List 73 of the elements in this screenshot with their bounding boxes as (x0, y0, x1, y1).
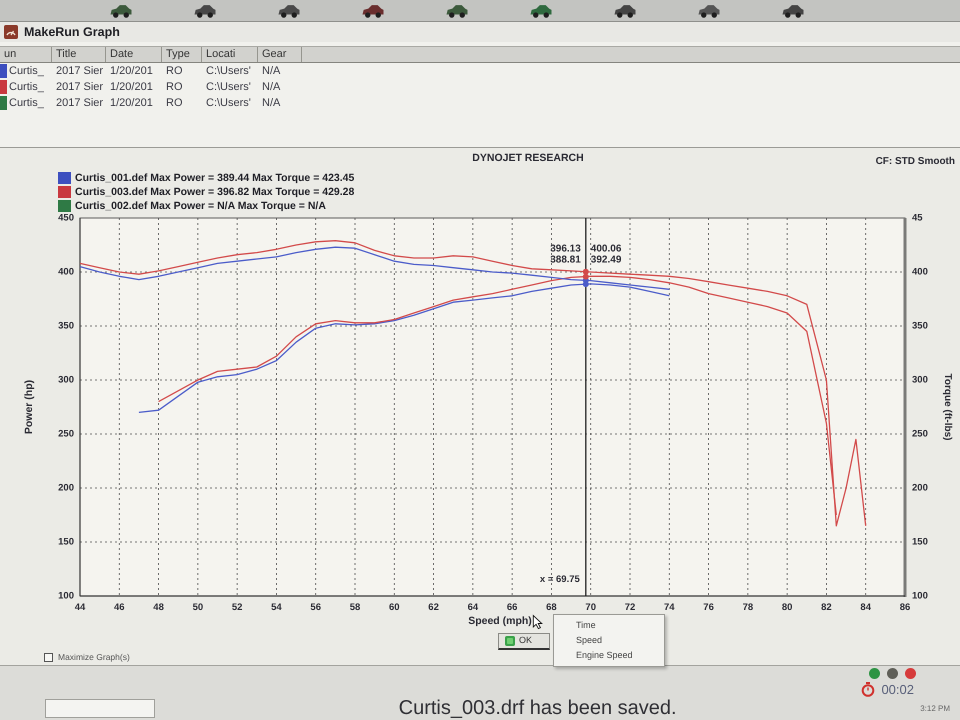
value-label: 400.06 (590, 243, 622, 254)
table-cell-text: 1/20/201 (110, 64, 153, 79)
legend-label: Curtis_001.def Max Power = 389.44 Max Torque = 423.45 (75, 172, 354, 184)
legend-label: Curtis_002.def Max Power = N/A Max Torque = N/A (75, 200, 326, 212)
table-cell-text: N/A (262, 96, 280, 111)
status-message: Curtis_003.drf has been saved. (398, 697, 677, 720)
axis-tick-label: 50 (192, 602, 204, 613)
axis-tick-label: 56 (310, 602, 321, 613)
axis-tick-label: 150 (58, 536, 74, 548)
axis-tick-label: 250 (912, 428, 928, 440)
axis-tick-label: 74 (664, 602, 675, 613)
axis-tick-label: 45 (912, 212, 923, 224)
axis-tick-label: 72 (624, 602, 636, 613)
timer-text: 00:02 (881, 682, 914, 696)
table-cell-text: C:\Users' (206, 80, 251, 95)
axis-tick-label: 54 (271, 602, 282, 613)
table-cell-text: RO (166, 64, 182, 79)
axis-tick-label: 350 (58, 320, 74, 332)
table-cell-text: 2017 Sier (56, 96, 104, 111)
table-cell-text: Curtis_ (9, 96, 44, 111)
axis-tick-label: 46 (114, 602, 125, 613)
table-cell-text: C:\Users' (206, 96, 251, 111)
axis-tick-label: 250 (58, 428, 74, 440)
axis-tick-label: 350 (912, 320, 928, 332)
table-cell-text: RO (166, 96, 182, 111)
axis-tick-label: 150 (912, 536, 928, 548)
axis-tick-label: 44 (74, 602, 86, 613)
axis-tick-label: 52 (232, 602, 242, 613)
cursor-label: x = 69.75 (540, 574, 580, 585)
axis-tick-label: 400 (58, 266, 74, 278)
axis-tick-label: 84 (860, 602, 871, 613)
axis-tick-label: 68 (546, 602, 557, 613)
table-cell-text: 2017 Sier (56, 64, 104, 79)
table-cell-text: Curtis_ (9, 64, 44, 79)
table-cell-text: N/A (262, 64, 280, 79)
axis-tick-label: 66 (506, 602, 518, 613)
value-label: 392.49 (590, 254, 622, 266)
axis-tick-label: 450 (58, 212, 74, 224)
axis-tick-label: 300 (912, 374, 928, 386)
axis-tick-label: 62 (428, 602, 439, 613)
axis-tick-label: 78 (742, 602, 754, 613)
table-cell-text: C:\Users' (206, 64, 251, 79)
axis-title: Power (hp) (23, 380, 35, 434)
axis-tick-label: 82 (821, 602, 832, 613)
axis-tick-label: 100 (58, 590, 74, 602)
legend-label: Curtis_003.def Max Power = 396.82 Max Torque = 429.28 (75, 186, 354, 198)
axis-tick-label: 58 (350, 602, 360, 613)
window-title: MakeRun Graph (24, 24, 120, 41)
axis-tick-label: 100 (912, 590, 928, 602)
axis-tick-label: 200 (912, 482, 928, 494)
axis-tick-label: 64 (468, 602, 478, 613)
table-cell-text: 1/20/201 (110, 96, 153, 111)
clock-text: 3:12 PM (920, 704, 950, 712)
value-label: 388.81 (550, 254, 581, 266)
table-cell-text: RO (166, 80, 182, 95)
axis-tick-label: 300 (58, 374, 74, 386)
axis-title: Torque (ft-lbs) (942, 373, 953, 441)
value-label: 396.13 (550, 243, 581, 254)
table-cell-text: 2017 Sier (56, 80, 104, 95)
axis-tick-label: 76 (703, 602, 714, 613)
axis-tick-label: 86 (900, 602, 910, 613)
axis-tick-label: 80 (782, 602, 792, 613)
axis-tick-label: 48 (153, 602, 164, 613)
chart-title: DYNOJET RESEARCH (472, 152, 584, 164)
correction-factor-label: CF: STD Smooth (876, 156, 955, 167)
axis-tick-label: 70 (585, 602, 596, 613)
axis-tick-label: 60 (389, 602, 400, 613)
table-cell-text: N/A (262, 80, 280, 95)
axis-tick-label: 400 (912, 266, 928, 278)
axis-tick-label: 200 (58, 482, 74, 494)
table-cell-text: Curtis_ (9, 80, 44, 95)
table-cell-text: 1/20/201 (110, 80, 153, 95)
checkbox-label: Maximize Graph(s) (58, 653, 130, 662)
